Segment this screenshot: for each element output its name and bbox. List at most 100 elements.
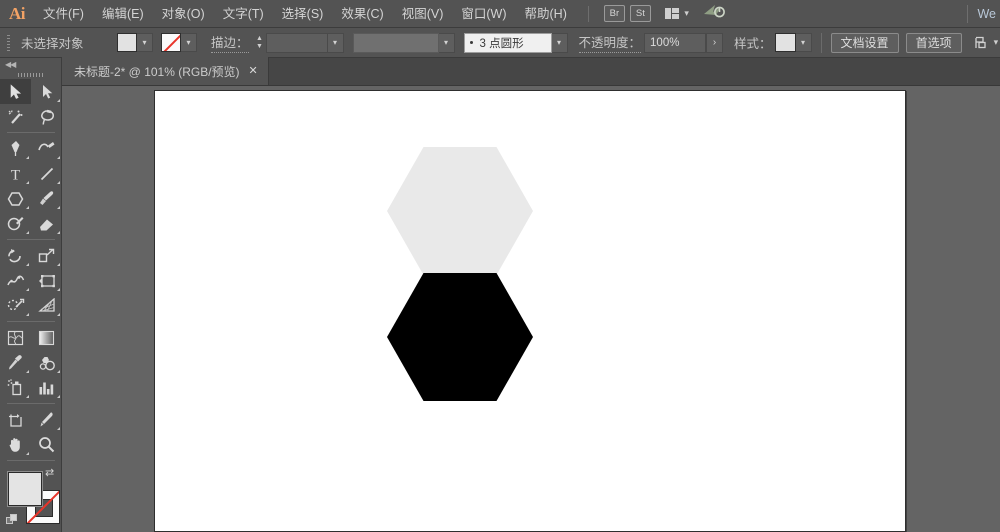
symbol-sprayer-tool[interactable] — [0, 375, 31, 400]
brush-definition-dropdown-icon[interactable]: ▾ — [551, 32, 568, 53]
hexagon-dark[interactable] — [387, 273, 533, 401]
arrow-hollow-icon — [42, 84, 52, 98]
menu-effect[interactable]: 效果(C) — [332, 0, 392, 28]
selection-tool[interactable] — [0, 79, 31, 104]
swap-fill-stroke-icon[interactable]: ⇄ — [45, 468, 58, 481]
tools-panel-collapse-icon[interactable]: ◀◀ — [0, 58, 61, 70]
paintbrush-tool[interactable] — [31, 186, 62, 211]
lasso-tool[interactable] — [31, 104, 62, 129]
tools-panel-drag-handle[interactable] — [0, 70, 61, 79]
flyout-indicator-icon — [26, 395, 29, 398]
menu-select[interactable]: 选择(S) — [273, 0, 333, 28]
column-graph-tool[interactable] — [31, 375, 62, 400]
stroke-weight-input[interactable] — [265, 32, 328, 53]
line-segment-tool[interactable] — [31, 161, 62, 186]
fill-swatch-group[interactable]: ▾ — [117, 33, 153, 52]
blend-tool[interactable] — [31, 350, 62, 375]
menu-edit[interactable]: 编辑(E) — [93, 0, 153, 28]
tools-panel: ◀◀ T ⇄ — [0, 58, 62, 532]
direct-selection-tool[interactable] — [31, 79, 62, 104]
stroke-weight-stepper[interactable]: ▲ ▼ — [254, 33, 266, 53]
menu-file[interactable]: 文件(F) — [34, 0, 93, 28]
tools-divider — [7, 321, 55, 322]
menu-help[interactable]: 帮助(H) — [516, 0, 576, 28]
menu-window[interactable]: 窗口(W) — [452, 0, 515, 28]
magic-wand-icon — [8, 109, 23, 124]
align-to-selection-icon — [974, 36, 986, 48]
type-T-icon: T — [11, 167, 20, 182]
hexagon-light[interactable] — [387, 147, 533, 275]
variable-width-dropdown-icon[interactable]: ▾ — [438, 32, 455, 53]
opacity-input[interactable]: 100% — [644, 32, 707, 53]
menu-object[interactable]: 对象(O) — [153, 0, 214, 28]
opacity-expand-icon[interactable]: › — [706, 32, 724, 53]
creative-cloud-icon — [703, 5, 725, 18]
close-icon[interactable]: ✕ — [249, 65, 258, 77]
selection-status-label: 未选择对象 — [21, 37, 84, 51]
pen-tool[interactable] — [0, 136, 31, 161]
control-bar-grip[interactable] — [4, 32, 14, 54]
artboard-icon — [8, 413, 22, 427]
graphic-style-swatch[interactable] — [774, 33, 796, 52]
tools-divider — [7, 132, 55, 133]
magic-wand-tool[interactable] — [0, 104, 31, 129]
document-setup-button[interactable]: 文档设置 — [830, 32, 899, 53]
flyout-indicator-icon — [57, 99, 60, 102]
control-bar: 未选择对象 ▾ ▾ 描边： ▲ ▼ ▾ ▾ 3 点圆形 ▾ 不透明度： 100% … — [0, 28, 1000, 58]
free-transform-tool[interactable] — [31, 268, 62, 293]
flyout-indicator-icon — [57, 181, 60, 184]
preferences-button[interactable]: 首选项 — [905, 32, 962, 53]
shaper-tool[interactable] — [0, 211, 31, 236]
width-tool[interactable] — [0, 268, 31, 293]
curvature-tool[interactable] — [31, 136, 62, 161]
graphic-style-dropdown-icon[interactable]: ▾ — [795, 33, 812, 52]
fill-color-box[interactable] — [8, 472, 42, 506]
document-tab[interactable]: 未标题-2* @ 101% (RGB/预览) ✕ — [62, 57, 269, 85]
arrange-documents-button[interactable]: ▾ — [664, 7, 689, 20]
perspective-grid-tool[interactable] — [31, 293, 62, 318]
default-fill-stroke-icon[interactable] — [6, 514, 19, 527]
tools-divider — [7, 239, 55, 240]
flyout-indicator-icon — [57, 288, 60, 291]
chevron-down-icon: ▾ — [993, 37, 999, 47]
stock-button[interactable]: St — [629, 5, 651, 22]
slice-tool[interactable] — [31, 407, 62, 432]
stroke-weight-dropdown-icon[interactable]: ▾ — [327, 32, 344, 53]
eyedropper-tool[interactable] — [0, 350, 31, 375]
flyout-indicator-icon — [57, 206, 60, 209]
type-tool[interactable]: T — [0, 161, 31, 186]
eraser-tool[interactable] — [31, 211, 62, 236]
scale-tool[interactable] — [31, 243, 62, 268]
fill-dropdown-icon[interactable]: ▾ — [137, 33, 153, 52]
stroke-swatch-group[interactable]: ▾ — [161, 33, 197, 52]
menu-view[interactable]: 视图(V) — [393, 0, 453, 28]
artboard-tool[interactable] — [0, 407, 31, 432]
creative-cloud-button[interactable] — [703, 3, 725, 24]
menu-type[interactable]: 文字(T) — [214, 0, 273, 28]
flyout-indicator-icon — [57, 395, 60, 398]
gradient-tool[interactable] — [31, 325, 62, 350]
align-to-button[interactable]: ▾ — [974, 36, 999, 50]
rotate-tool[interactable] — [0, 243, 31, 268]
shape-tool[interactable] — [0, 186, 31, 211]
arrow-solid-icon — [10, 83, 21, 99]
mesh-tool[interactable] — [0, 325, 31, 350]
stroke-swatch[interactable] — [161, 33, 181, 52]
shape-builder-tool[interactable] — [0, 293, 31, 318]
stroke-dropdown-icon[interactable]: ▾ — [181, 33, 197, 52]
fill-swatch[interactable] — [117, 33, 137, 52]
bridge-button[interactable]: Br — [603, 5, 625, 22]
artboard[interactable] — [154, 90, 906, 532]
flyout-indicator-icon — [57, 313, 60, 316]
workspace-divider — [967, 4, 969, 23]
hand-tool[interactable] — [0, 432, 31, 457]
canvas-area[interactable] — [62, 86, 1000, 532]
variable-width-profile-input[interactable] — [352, 32, 439, 53]
lasso-icon — [40, 109, 54, 125]
arrange-documents-icon — [664, 7, 680, 20]
brush-definition-input[interactable]: 3 点圆形 — [463, 32, 552, 53]
flyout-indicator-icon — [26, 452, 29, 455]
workspace-switcher[interactable]: We — [977, 7, 1000, 21]
zoom-tool[interactable] — [31, 432, 62, 457]
flyout-indicator-icon — [26, 156, 29, 159]
